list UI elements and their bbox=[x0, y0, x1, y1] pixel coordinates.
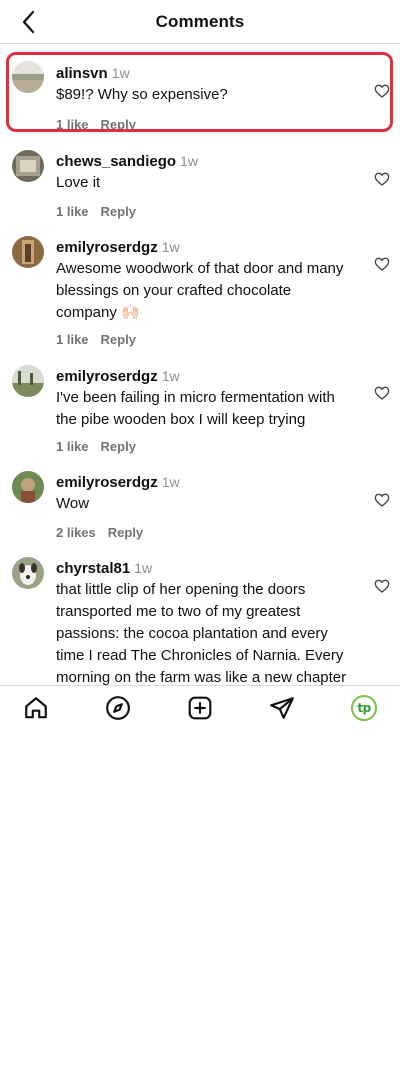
avatar[interactable] bbox=[12, 471, 44, 503]
comment-text: I've been failing in micro fermentation … bbox=[56, 389, 335, 428]
comment-username[interactable]: emilyroserdgz bbox=[56, 474, 158, 491]
page-title: Comments bbox=[155, 11, 245, 31]
back-button[interactable] bbox=[14, 8, 42, 36]
comment-item: chews_sandiego 1w Love it 1 like Reply bbox=[0, 134, 400, 221]
avatar[interactable] bbox=[12, 61, 44, 93]
avatar[interactable] bbox=[12, 557, 44, 589]
header: Comments bbox=[0, 0, 400, 44]
comment-item: emilyroserdgz 1w Wow 2 likes Reply bbox=[0, 456, 400, 542]
reply-button[interactable]: Reply bbox=[101, 332, 136, 347]
heart-icon[interactable] bbox=[374, 171, 390, 187]
reply-button[interactable]: Reply bbox=[101, 117, 136, 132]
comment-time: 1w bbox=[161, 474, 180, 490]
comment-time: 1w bbox=[134, 560, 153, 576]
comment-text: Love it bbox=[56, 174, 101, 191]
likes-count[interactable]: 1 like bbox=[56, 332, 89, 347]
comment-time: 1w bbox=[180, 153, 198, 169]
heart-icon[interactable] bbox=[374, 256, 390, 272]
tab-direct[interactable] bbox=[268, 694, 296, 722]
tab-profile[interactable]: tp bbox=[350, 694, 378, 722]
comment-text: $89!? Why so expensive? bbox=[56, 86, 228, 103]
comment-item: chyrstal81 1w that little clip of her ope… bbox=[0, 542, 400, 685]
heart-icon[interactable] bbox=[374, 83, 390, 99]
profile-avatar: tp bbox=[351, 695, 377, 721]
comment-time: 1w bbox=[161, 239, 180, 255]
tab-home[interactable] bbox=[22, 694, 50, 722]
avatar[interactable] bbox=[12, 236, 44, 268]
comment-username[interactable]: alinsvn bbox=[56, 65, 108, 82]
comment-item: alinsvn 1w $89!? Why so expensive? 1 like… bbox=[0, 44, 400, 134]
explore-icon bbox=[106, 696, 130, 720]
chevron-left-icon bbox=[22, 10, 35, 34]
reply-button[interactable]: Reply bbox=[101, 439, 136, 454]
comment-item: emilyroserdgz 1w Awesome woodwork of that… bbox=[0, 221, 400, 349]
create-icon bbox=[188, 696, 212, 720]
comment-text: Awesome woodwork of that door and many b… bbox=[56, 260, 344, 321]
likes-count[interactable]: 2 likes bbox=[56, 525, 96, 540]
home-icon bbox=[25, 697, 47, 719]
comment-text: that little clip of her opening the door… bbox=[56, 581, 347, 685]
likes-count[interactable]: 1 like bbox=[56, 117, 89, 132]
comment-text: Wow bbox=[56, 495, 90, 512]
comment-item: emilyroserdgz 1w I've been failing in mic… bbox=[0, 349, 400, 456]
bottom-tab-bar: tp bbox=[0, 685, 400, 731]
likes-count[interactable]: 1 like bbox=[56, 204, 89, 219]
heart-icon[interactable] bbox=[374, 578, 390, 594]
heart-icon[interactable] bbox=[374, 385, 390, 401]
avatar[interactable] bbox=[12, 365, 44, 397]
heart-icon[interactable] bbox=[374, 492, 390, 508]
direct-message-icon bbox=[270, 697, 294, 719]
tab-explore[interactable] bbox=[104, 694, 132, 722]
comment-list[interactable]: alinsvn 1w $89!? Why so expensive? 1 like… bbox=[0, 44, 400, 685]
reply-button[interactable]: Reply bbox=[108, 525, 143, 540]
comment-time: 1w bbox=[161, 368, 180, 384]
likes-count[interactable]: 1 like bbox=[56, 439, 89, 454]
comment-time: 1w bbox=[111, 65, 130, 81]
comment-username[interactable]: emilyroserdgz bbox=[56, 368, 158, 385]
tab-create[interactable] bbox=[186, 694, 214, 722]
comment-username[interactable]: emilyroserdgz bbox=[56, 239, 158, 256]
comment-username[interactable]: chyrstal81 bbox=[56, 560, 130, 577]
avatar[interactable] bbox=[12, 150, 44, 182]
reply-button[interactable]: Reply bbox=[101, 204, 136, 219]
comment-username[interactable]: chews_sandiego bbox=[56, 153, 176, 170]
